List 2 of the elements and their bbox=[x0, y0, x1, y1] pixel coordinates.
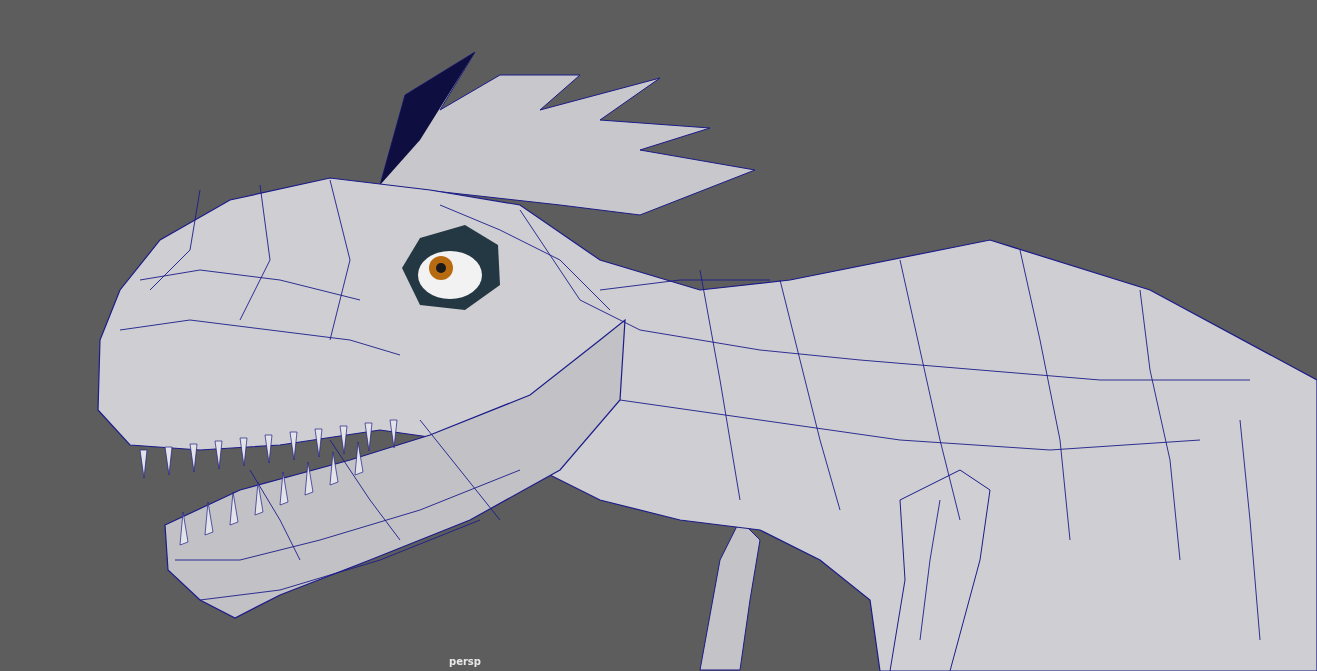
camera-label: persp bbox=[449, 656, 481, 667]
viewport[interactable]: persp bbox=[0, 0, 1317, 671]
